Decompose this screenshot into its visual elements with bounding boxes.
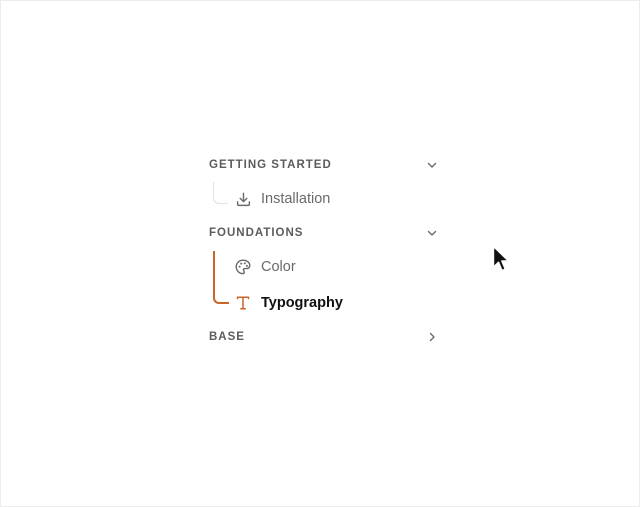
download-icon (233, 189, 253, 209)
section-header-getting-started[interactable]: GETTING STARTED (209, 151, 441, 179)
type-icon (233, 293, 253, 313)
section-title: BASE (209, 331, 245, 343)
nav-item-label: Installation (261, 191, 331, 207)
section-title: FOUNDATIONS (209, 227, 304, 239)
section-title: GETTING STARTED (209, 159, 332, 171)
tree-connector-active (213, 251, 229, 304)
chevron-down-icon (425, 226, 439, 240)
nav-item-label: Typography (261, 295, 343, 311)
chevron-right-icon (425, 330, 439, 344)
nav-item-color[interactable]: Color (233, 253, 296, 281)
chevron-down-icon (425, 158, 439, 172)
nav-item-installation[interactable]: Installation (233, 185, 330, 213)
tree-connector (213, 182, 228, 204)
nav-item-label: Color (261, 259, 296, 275)
nav-item-typography[interactable]: Typography (233, 289, 343, 317)
mouse-cursor-icon (492, 245, 512, 275)
palette-icon (233, 257, 253, 277)
section-header-foundations[interactable]: FOUNDATIONS (209, 219, 441, 247)
section-header-base[interactable]: BASE (209, 323, 441, 351)
